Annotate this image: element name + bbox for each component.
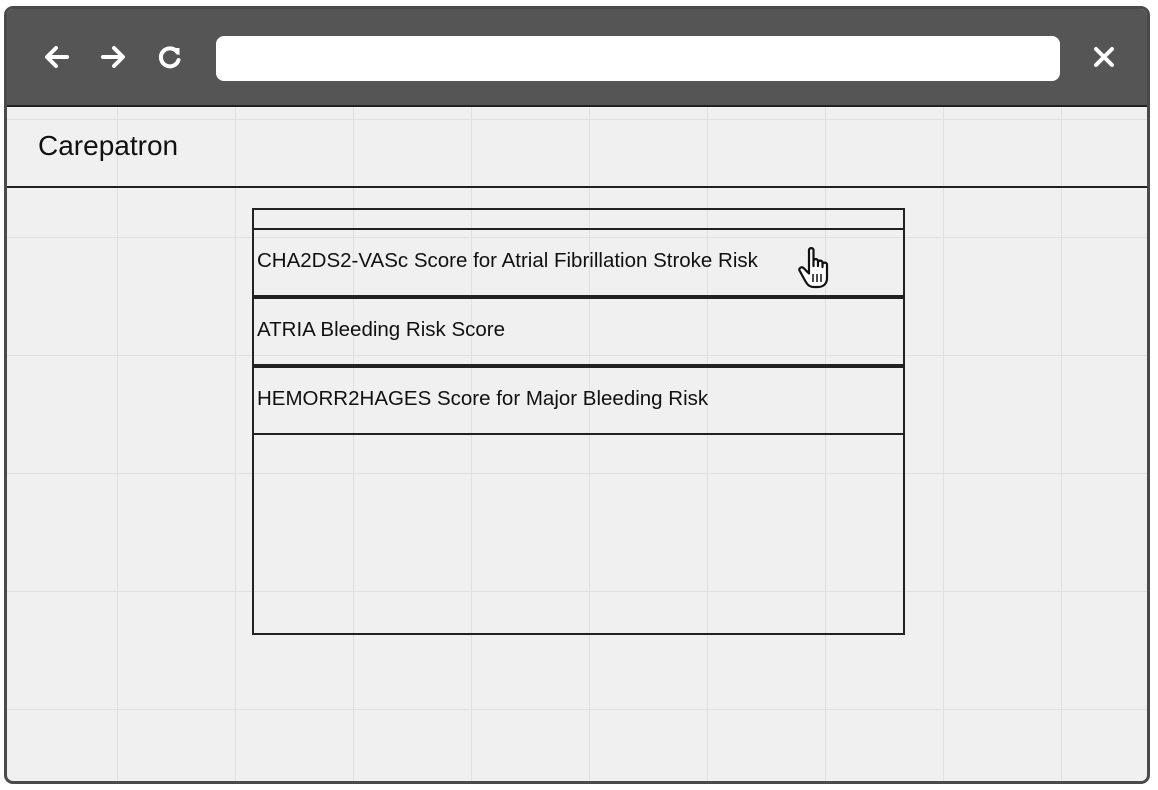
back-button[interactable]	[37, 37, 77, 77]
close-button[interactable]	[1084, 37, 1124, 77]
app-header: Carepatron	[7, 105, 1147, 188]
results-panel: CHA2DS2-VASc Score for Atrial Fibrillati…	[252, 208, 905, 635]
browser-toolbar	[7, 9, 1147, 106]
result-item-label: ATRIA Bleeding Risk Score	[257, 318, 506, 341]
result-item-atria[interactable]: ATRIA Bleeding Risk Score	[252, 297, 905, 366]
hand-pointer-icon	[798, 247, 829, 289]
close-icon	[1094, 47, 1114, 67]
forward-button[interactable]	[93, 37, 133, 77]
browser-window: Carepatron CHA2DS2-VASc Score for Atrial…	[4, 6, 1150, 784]
app-title: Carepatron	[38, 130, 179, 161]
arrow-left-icon	[45, 46, 69, 68]
result-item-label: HEMORR2HAGES Score for Major Bleeding Ri…	[257, 387, 709, 410]
arrow-right-icon	[101, 46, 125, 68]
result-item-hemorr2hages[interactable]: HEMORR2HAGES Score for Major Bleeding Ri…	[252, 366, 905, 435]
reload-icon	[158, 46, 181, 69]
reload-button[interactable]	[150, 37, 190, 77]
address-bar-input[interactable]	[216, 36, 1060, 81]
result-item-label: CHA2DS2-VASc Score for Atrial Fibrillati…	[257, 249, 758, 272]
result-item-cha2ds2-vasc[interactable]: CHA2DS2-VASc Score for Atrial Fibrillati…	[252, 228, 905, 297]
